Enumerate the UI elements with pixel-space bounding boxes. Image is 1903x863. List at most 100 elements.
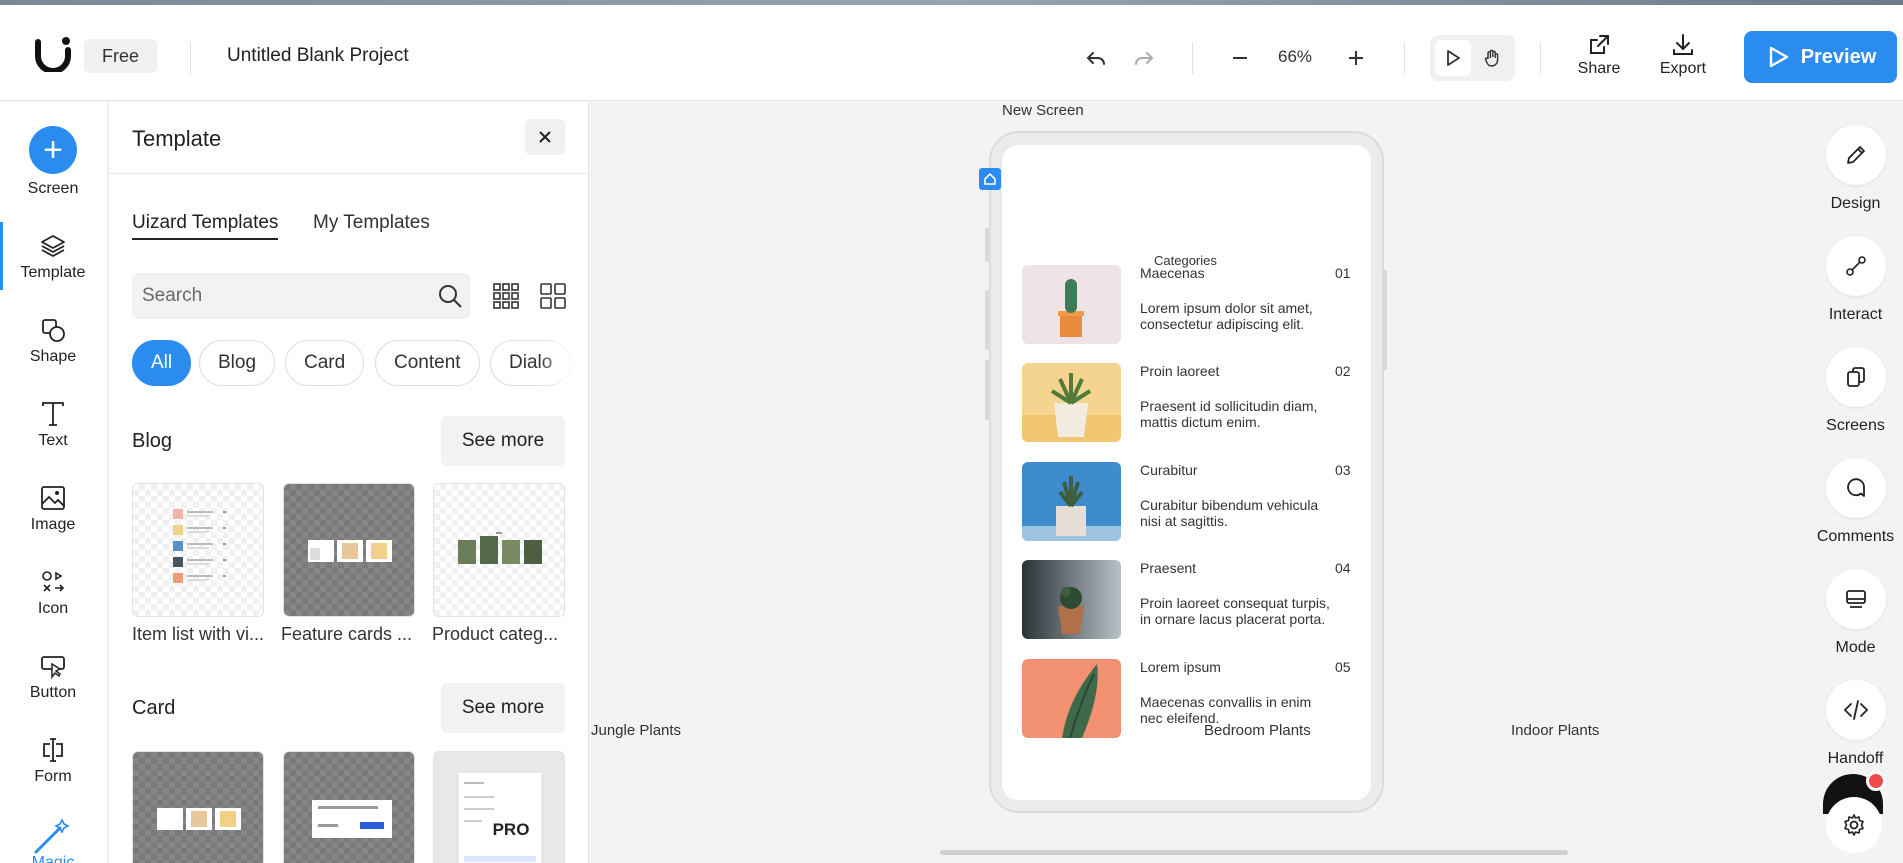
cursor-mode-group (1430, 35, 1515, 81)
list-item[interactable]: Curabitur 03 Curabitur bibendum vehicula… (1022, 462, 1354, 542)
phone-side-button (1383, 270, 1387, 370)
divider (1404, 42, 1405, 74)
zoom-level[interactable]: 66% (1278, 47, 1312, 67)
template-thumb-item-list[interactable] (132, 483, 264, 617)
template-thumb-product-category[interactable] (433, 483, 565, 617)
plan-badge[interactable]: Free (84, 39, 158, 73)
see-more-card-button[interactable]: See more (441, 683, 565, 733)
download-icon (1673, 34, 1693, 55)
screens-icon (1846, 367, 1865, 387)
design-label: Design (1830, 195, 1881, 212)
home-icon (984, 172, 996, 185)
close-icon (539, 131, 551, 143)
tab-my-templates[interactable]: My Templates (313, 212, 430, 234)
share-button[interactable]: Share (1564, 32, 1634, 78)
hand-mode-button[interactable] (1474, 40, 1510, 76)
grid-small-icon[interactable] (492, 282, 520, 310)
image-icon (41, 486, 65, 510)
interact-button[interactable]: Interact (1808, 236, 1903, 324)
search-icon[interactable] (436, 282, 464, 310)
chip-content[interactable]: Content (375, 340, 480, 386)
list-description: Lorem ipsum dolor sit amet, consectetur … (1140, 300, 1313, 332)
project-title[interactable]: Untitled Blank Project (227, 45, 409, 67)
chip-all[interactable]: All (132, 340, 192, 386)
rail-label: Shape (29, 348, 77, 365)
rail-label: Button (29, 684, 77, 701)
divider (109, 173, 588, 174)
list-title: Curabitur (1140, 462, 1198, 478)
floating-text-jungle-plants[interactable]: Jungle Plants (591, 722, 681, 739)
hand-icon (1484, 49, 1499, 67)
divider (1540, 42, 1541, 74)
list-title: Proin laoreet (1140, 363, 1220, 379)
template-thumb-card-3[interactable]: PRO (433, 751, 565, 863)
close-panel-button[interactable] (525, 119, 565, 155)
phone-side-button (985, 228, 989, 262)
list-description: Proin laoreet consequat turpis, in ornar… (1140, 595, 1330, 627)
mode-label: Mode (1835, 639, 1876, 656)
list-number: 01 (1335, 265, 1351, 281)
list-number: 02 (1335, 363, 1351, 379)
template-panel: Template Uizard Templates My Templates A… (109, 102, 589, 863)
comment-icon (1846, 478, 1865, 497)
plus-icon: + (29, 126, 77, 174)
rail-item-form[interactable]: Form (0, 736, 106, 786)
list-number: 05 (1335, 659, 1351, 675)
list-description: Curabitur bibendum vehicula nisi at sagi… (1140, 497, 1319, 529)
section-title-blog: Blog (132, 430, 173, 452)
home-screen-badge[interactable] (979, 168, 1001, 190)
undo-button[interactable] (1076, 38, 1116, 78)
template-thumb-card-2[interactable] (283, 751, 415, 863)
product-category-preview (458, 532, 542, 564)
preview-button[interactable]: Preview (1744, 31, 1897, 83)
search-input[interactable] (142, 273, 422, 319)
tab-uizard-templates[interactable]: Uizard Templates (132, 212, 279, 240)
comments-label: Comments (1816, 528, 1895, 545)
design-button[interactable]: Design (1808, 125, 1903, 213)
list-item[interactable]: Praesent 04 Proin laoreet consequat turp… (1022, 560, 1354, 640)
redo-button[interactable] (1124, 38, 1164, 78)
floating-text-indoor-plants[interactable]: Indoor Plants (1511, 722, 1599, 739)
zoom-in-button[interactable] (1336, 38, 1376, 78)
preview-label: Preview (1800, 45, 1877, 68)
template-label: Product categ... (432, 624, 559, 644)
chip-card[interactable]: Card (285, 340, 365, 386)
magic-wand-icon[interactable] (30, 816, 74, 856)
rail-item-icon[interactable]: Icon (0, 568, 106, 618)
settings-button[interactable] (1826, 797, 1882, 853)
see-more-blog-button[interactable]: See more (441, 416, 565, 466)
rail-label-magic[interactable]: Magic (0, 854, 106, 863)
screen-label[interactable]: New Screen (1002, 102, 1084, 119)
export-button[interactable]: Export (1648, 32, 1718, 78)
grid-large-icon[interactable] (539, 282, 567, 310)
plus-icon (1349, 51, 1363, 65)
horizontal-scrollbar[interactable] (940, 850, 1568, 855)
handoff-button[interactable]: Handoff (1808, 680, 1903, 768)
zoom-out-button[interactable] (1220, 38, 1260, 78)
list-title: Lorem ipsum (1140, 659, 1221, 675)
gear-icon (1844, 814, 1864, 836)
section-title-card: Card (132, 697, 176, 719)
uizard-logo[interactable] (34, 36, 72, 72)
dialog-card-preview (312, 800, 392, 838)
rail-item-button[interactable]: Button (0, 652, 106, 702)
floating-text-bedroom-plants[interactable]: Bedroom Plants (1204, 722, 1311, 739)
list-item[interactable]: Proin laoreet 02 Praesent id sollicitudi… (1022, 363, 1354, 443)
handoff-label: Handoff (1827, 750, 1884, 767)
template-thumb-card-1[interactable] (132, 751, 264, 863)
rail-item-shape[interactable]: Shape (0, 316, 106, 366)
rail-item-template[interactable]: Template (0, 232, 106, 282)
list-item[interactable]: Maecenas 01 Lorem ipsum dolor sit amet, … (1022, 265, 1354, 345)
screens-button[interactable]: Screens (1808, 347, 1903, 435)
rail-label: Text (38, 432, 68, 449)
rail-item-image[interactable]: Image (0, 484, 106, 534)
rail-item-screen[interactable]: + Screen (0, 126, 106, 198)
comments-button[interactable]: Comments (1808, 458, 1903, 546)
template-thumb-feature-cards[interactable] (283, 483, 415, 617)
mode-button[interactable]: Mode (1808, 569, 1903, 657)
phone-side-button (985, 290, 989, 350)
chip-blog[interactable]: Blog (199, 340, 276, 386)
rail-label: Screen (27, 180, 79, 197)
select-mode-button[interactable] (1435, 40, 1471, 76)
rail-item-text[interactable]: Text (0, 400, 106, 450)
